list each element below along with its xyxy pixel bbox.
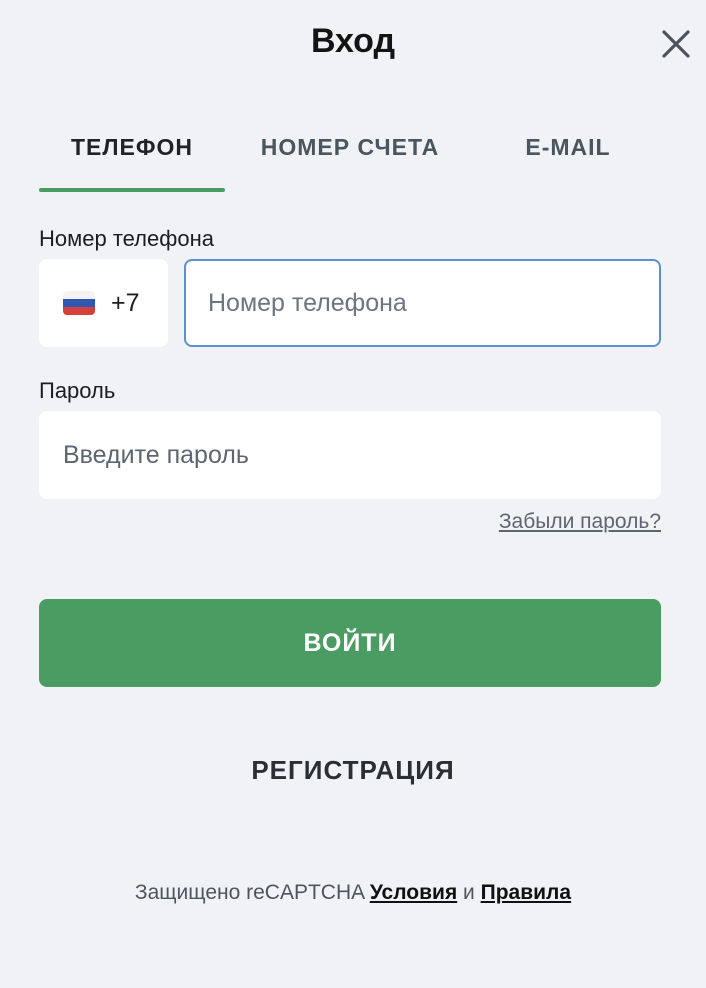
tab-email[interactable]: E-MAIL — [475, 118, 661, 192]
phone-input[interactable] — [184, 259, 661, 347]
close-button[interactable] — [654, 22, 698, 66]
close-icon — [662, 30, 690, 58]
page-title: Вход — [310, 22, 396, 60]
recaptcha-prefix: Защищено reCAPTCHA — [134, 881, 364, 904]
tab-account-number-label: НОМЕР СЧЕТА — [260, 134, 440, 160]
russia-flag-icon — [63, 291, 95, 315]
register-link[interactable]: РЕГИСТРАЦИЯ — [0, 755, 706, 786]
password-label: Пароль — [39, 378, 116, 403]
tab-account-number[interactable]: НОМЕР СЧЕТА — [225, 118, 475, 192]
login-button[interactable]: ВОЙТИ — [39, 599, 661, 687]
tab-phone[interactable]: ТЕЛЕФОН — [39, 118, 225, 192]
active-tab-indicator — [39, 188, 225, 192]
tab-phone-label: ТЕЛЕФОН — [71, 134, 193, 160]
rules-link[interactable]: Правила — [481, 881, 571, 904]
forgot-password-link[interactable]: Забыли пароль? — [499, 510, 661, 534]
tab-email-label: E-MAIL — [525, 134, 611, 160]
header: Вход — [0, 0, 706, 90]
country-code: +7 — [111, 288, 140, 317]
country-code-selector[interactable]: +7 — [39, 259, 168, 347]
recaptcha-notice: Защищено reCAPTCHA Условия и Правила — [0, 881, 706, 905]
terms-link[interactable]: Условия — [370, 881, 457, 904]
login-method-tabs: ТЕЛЕФОН НОМЕР СЧЕТА E-MAIL — [39, 118, 661, 192]
phone-label: Номер телефона — [39, 226, 214, 251]
password-input[interactable] — [39, 411, 661, 499]
recaptcha-and: и — [463, 881, 475, 904]
